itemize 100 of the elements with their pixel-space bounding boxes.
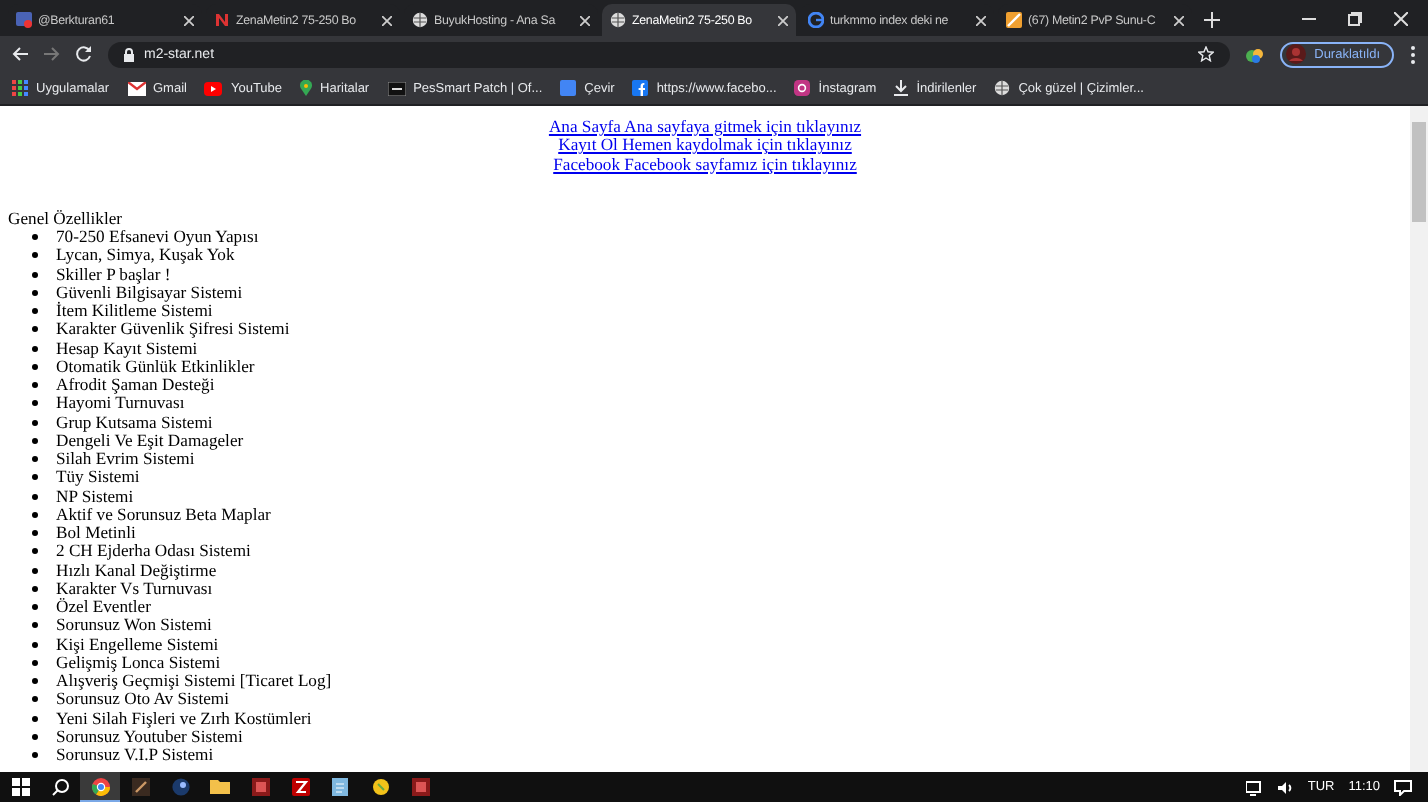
feature-item: Karakter Güvenlik Şifresi Sistemi (56, 320, 290, 339)
feature-item: 2 CH Ejderha Odası Sistemi (56, 542, 251, 561)
feature-item: Sorunsuz V.I.P Sistemi (56, 746, 214, 765)
feature-item: Grup Kutsama Sistemi (56, 413, 213, 432)
app-icon (411, 777, 429, 795)
bullet-icon (32, 345, 38, 352)
bullet-icon (32, 696, 38, 703)
feature-item: Güvenli Bilgisayar Sistemi (56, 283, 243, 302)
feature-item: Skiller P başlar ! (56, 265, 171, 284)
feature-item: Özel Eventler (56, 598, 151, 617)
section-heading: Genel Özellikler (8, 209, 125, 228)
feature-item: Silah Evrim Sistemi (56, 450, 195, 469)
site-icon (560, 80, 577, 96)
bullet-icon (32, 382, 38, 389)
forum-icon (1006, 12, 1022, 28)
bullet-icon (32, 622, 38, 629)
download-icon (894, 80, 909, 96)
browser-icon (91, 777, 109, 795)
feature-item: Sorunsuz Youtuber Sistemi (56, 727, 243, 746)
close-icon[interactable] (382, 15, 392, 25)
google-icon (808, 12, 824, 28)
bullet-icon (32, 271, 38, 278)
bullet-icon (32, 530, 38, 537)
apps-grid-icon (12, 80, 28, 96)
feature-item: Hayomi Turnuvası (56, 394, 185, 413)
feature-item: Gelişmiş Lonca Sistemi (56, 653, 221, 672)
lock-icon (124, 47, 134, 61)
feature-item: Afrodit Şaman Desteği (56, 376, 215, 395)
speaker-icon[interactable] (1277, 779, 1294, 795)
mail-icon (127, 81, 145, 95)
feature-item: Bol Metinli (56, 524, 136, 543)
close-icon[interactable] (580, 15, 590, 25)
notepad-icon (332, 777, 348, 795)
new-tab-icon[interactable] (1204, 12, 1220, 28)
play-icon (204, 81, 223, 95)
bullet-icon (32, 252, 38, 259)
bullet-icon (32, 289, 38, 296)
close-icon[interactable] (976, 15, 986, 25)
globe-icon (610, 12, 626, 28)
feature-item: İtem Kilitleme Sistemi (56, 302, 213, 321)
restore-icon[interactable] (1348, 12, 1362, 26)
bullet-icon (32, 234, 38, 241)
bullet-icon (32, 437, 38, 444)
steam-icon (171, 777, 189, 795)
feature-item: Hızlı Kanal Değiştirme (56, 561, 217, 580)
notification-icon[interactable] (1394, 779, 1412, 795)
facebook-icon (632, 80, 649, 96)
bullet-icon (32, 419, 38, 426)
feature-item: Aktif ve Sorunsuz Beta Maplar (56, 505, 271, 524)
feature-item: Alışveriş Geçmişi Sistemi [Ticaret Log] (56, 672, 332, 691)
bullet-icon (32, 474, 38, 481)
star-icon[interactable] (1198, 46, 1215, 62)
close-icon[interactable] (778, 15, 788, 25)
feature-item: Hesap Kayıt Sistemi (56, 339, 198, 358)
page-link[interactable]: Kayıt Ol Hemen kaydolmak için tıklayınız (558, 136, 852, 155)
minimize-icon[interactable] (1302, 12, 1316, 26)
reload-icon[interactable] (76, 46, 92, 62)
globe-icon (412, 12, 428, 28)
close-icon[interactable] (184, 15, 194, 25)
bullet-icon (32, 363, 38, 370)
scrollbar[interactable] (1410, 106, 1428, 772)
feature-item: Sorunsuz Won Sistemi (56, 616, 212, 635)
bullet-icon (32, 585, 38, 592)
scroll-thumb[interactable] (1412, 122, 1426, 222)
globe-icon (994, 80, 1011, 96)
feature-item: Yeni Silah Fişleri ve Zırh Kostümleri (56, 709, 312, 728)
app-icon (371, 777, 389, 795)
bullet-icon (32, 326, 38, 333)
forward-icon[interactable] (44, 46, 60, 62)
bullet-icon (32, 548, 38, 555)
mail-icon (16, 12, 32, 28)
bullet-icon (32, 308, 38, 315)
feature-item: Lycan, Simya, Kuşak Yok (56, 246, 235, 265)
bullet-icon (32, 456, 38, 463)
bullet-icon (32, 752, 38, 759)
feature-item: Kişi Engelleme Sistemi (56, 635, 219, 654)
bullet-icon (32, 511, 38, 518)
bullet-icon (32, 567, 38, 574)
feature-item: Otomatik Günlük Etkinlikler (56, 357, 255, 376)
bullet-icon (32, 400, 38, 407)
page-link[interactable]: Facebook Facebook sayfamız için tıklayınız (553, 155, 857, 174)
taskbar-app[interactable] (80, 772, 120, 802)
menu-icon[interactable] (1410, 45, 1416, 63)
feature-item: 70-250 Efsanevi Oyun Yapısı (56, 228, 259, 247)
windows-icon (11, 777, 29, 795)
letter-logo-icon (214, 12, 230, 28)
bullet-icon (32, 733, 38, 740)
back-icon[interactable] (12, 46, 28, 62)
close-icon[interactable] (1174, 15, 1184, 25)
bullet-icon (32, 659, 38, 666)
close-icon[interactable] (1394, 12, 1408, 26)
avatar-icon (1286, 44, 1307, 64)
bullet-icon (32, 641, 38, 648)
feature-item: NP Sistemi (56, 487, 134, 506)
map-pin-icon (300, 80, 313, 96)
bullet-icon (32, 493, 38, 500)
extension-icon[interactable] (1246, 45, 1265, 63)
camera-icon (794, 80, 811, 96)
page-link[interactable]: Ana Sayfa Ana sayfaya gitmek için tıklayınız (548, 118, 862, 137)
site-icon (387, 81, 406, 95)
